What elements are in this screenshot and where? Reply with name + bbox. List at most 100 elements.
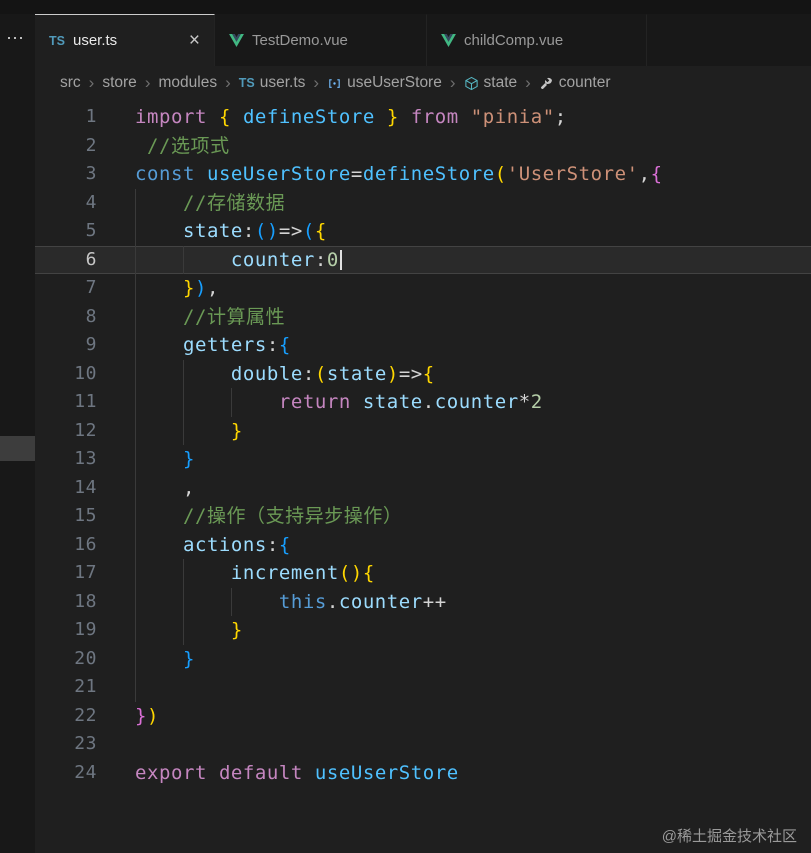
breadcrumb-item-state[interactable]: state (464, 74, 518, 92)
breadcrumb-label: src (60, 74, 81, 91)
chevron-icon: › (88, 73, 95, 92)
code-line-8[interactable]: 8 //计算属性 (35, 303, 811, 332)
breadcrumb-label: user.ts (259, 74, 306, 91)
breadcrumb: src › store › modules › TS user.ts › useUserStore… (35, 66, 811, 100)
code-line-13[interactable]: 13 } (35, 445, 811, 474)
line-number: 18 (74, 590, 97, 612)
code-text: //操作（支持异步操作） (182, 505, 403, 527)
indent-guide (183, 245, 184, 274)
chevron-icon: › (225, 73, 231, 92)
code-text: actions:{ (182, 533, 291, 556)
breadcrumb-label: state (483, 74, 518, 91)
code-text: } (230, 419, 243, 442)
tab-label: childComp.vue (464, 32, 564, 49)
code-text: } (230, 619, 243, 641)
tab-childcomp-vue[interactable]: childComp.vue (427, 14, 647, 66)
code-line-3[interactable]: 3 const useUserStore=defineStore('UserSto… (35, 160, 811, 189)
line-number: 2 (85, 134, 97, 156)
code-line-20[interactable]: 20 } (35, 645, 811, 674)
code-text: export default useUserStore (135, 761, 459, 784)
code-text: } (182, 448, 195, 470)
code-text: //计算属性 (182, 305, 286, 328)
code-line-14[interactable]: 14 , (35, 474, 811, 503)
line-number: 6 (85, 248, 97, 270)
editor-group: TS user.ts × TestDemo.vue childComp.vue src ›… (35, 14, 811, 853)
tab-testdemo-vue[interactable]: TestDemo.vue (215, 14, 427, 66)
title-bar (0, 0, 811, 14)
chevron-icon: › (313, 73, 320, 92)
code-text: state:()=>({ (182, 220, 327, 242)
tab-label: user.ts (72, 32, 118, 49)
code-line-23[interactable]: 23 (35, 730, 811, 759)
indent-guide (183, 559, 184, 645)
breadcrumb-item-modules[interactable]: modules (158, 74, 217, 92)
code-text: import { defineStore } from "pinia"; (135, 106, 567, 128)
code-text: //存储数据 (182, 191, 286, 214)
line-number: 13 (74, 448, 97, 469)
line-number: 9 (85, 334, 97, 355)
breadcrumb-label: store (102, 74, 137, 91)
breadcrumb-item-store[interactable]: store (102, 74, 136, 92)
code-line-11[interactable]: 11 return state.counter*2 (35, 388, 811, 417)
ts-file-icon: TS (49, 33, 65, 48)
line-number: 14 (74, 476, 97, 498)
line-number: 7 (85, 277, 97, 298)
line-number: 12 (74, 419, 97, 441)
breadcrumb-item-counter[interactable]: counter (539, 74, 611, 92)
code-line-9[interactable]: 9 getters:{ (35, 331, 811, 360)
code-line-19[interactable]: 19 } (35, 616, 811, 645)
tab-user-ts[interactable]: TS user.ts × (35, 14, 215, 66)
ts-file-icon: TS (238, 76, 255, 90)
breadcrumb-item-user-ts[interactable]: TS user.ts (239, 74, 306, 92)
code-line-1[interactable]: 1 import { defineStore } from "pinia"; (35, 103, 811, 132)
code-editor[interactable]: 1 import { defineStore } from "pinia"; 2 /… (35, 100, 811, 853)
line-number: 21 (74, 676, 97, 697)
line-number: 15 (74, 505, 97, 526)
breadcrumb-item-src[interactable]: src (60, 74, 81, 92)
code-line-2[interactable]: 2 //选项式 (35, 132, 811, 161)
code-text: counter:0 (135, 246, 342, 275)
code-line-16[interactable]: 16 actions:{ (35, 531, 811, 560)
close-icon[interactable]: × (189, 31, 200, 50)
code-line-17[interactable]: 17 increment(){ (35, 559, 811, 588)
overflow-menu-icon[interactable]: ⋯ (6, 28, 25, 49)
code-text: double:(state)=>{ (230, 362, 435, 385)
line-number: 8 (85, 305, 97, 327)
code-line-22[interactable]: 22}) (35, 702, 811, 731)
breadcrumb-label: useUserStore (347, 74, 442, 91)
code-text: }), (182, 277, 219, 299)
breadcrumb-label: counter (558, 74, 611, 91)
activity-bar-handle[interactable] (0, 436, 35, 461)
code-line-7[interactable]: 7 }), (35, 274, 811, 303)
code-text: return state.counter*2 (278, 391, 543, 413)
code-line-4[interactable]: 4 //存储数据 (35, 189, 811, 218)
symbol-wrench-icon (539, 76, 554, 91)
code-line-12[interactable]: 12 } (35, 417, 811, 446)
line-number: 16 (74, 533, 97, 555)
line-number: 11 (74, 391, 97, 412)
code-text: getters:{ (182, 334, 291, 356)
indent-guide (231, 388, 232, 417)
line-number: 24 (74, 761, 97, 783)
code-text: }) (135, 704, 159, 727)
watermark: @稀土掘金技术社区 (661, 828, 797, 845)
line-number: 4 (85, 191, 97, 213)
code-line-18[interactable]: 18 this.counter++ (35, 588, 811, 617)
line-number: 1 (85, 106, 97, 127)
breadcrumb-item-useuserstore[interactable]: useUserStore (327, 74, 442, 92)
code-text: const useUserStore=defineStore('UserStor… (135, 163, 663, 185)
code-line-15[interactable]: 15 //操作（支持异步操作） (35, 502, 811, 531)
breadcrumb-label: modules (158, 74, 218, 91)
vue-file-icon (441, 34, 456, 47)
code-line-21[interactable]: 21 (35, 673, 811, 702)
line-number: 23 (74, 733, 97, 754)
code-line-5[interactable]: 5 state:()=>({ (35, 217, 811, 246)
indent-guide (183, 359, 184, 445)
vue-file-icon (229, 34, 244, 47)
code-line-10[interactable]: 10 double:(state)=>{ (35, 360, 811, 389)
line-number: 20 (74, 647, 97, 669)
code-line-24[interactable]: 24 export default useUserStore (35, 759, 811, 788)
code-line-6[interactable]: 6 counter:0 (35, 245, 811, 275)
code-text: increment(){ (230, 562, 375, 584)
tab-label: TestDemo.vue (252, 32, 348, 49)
